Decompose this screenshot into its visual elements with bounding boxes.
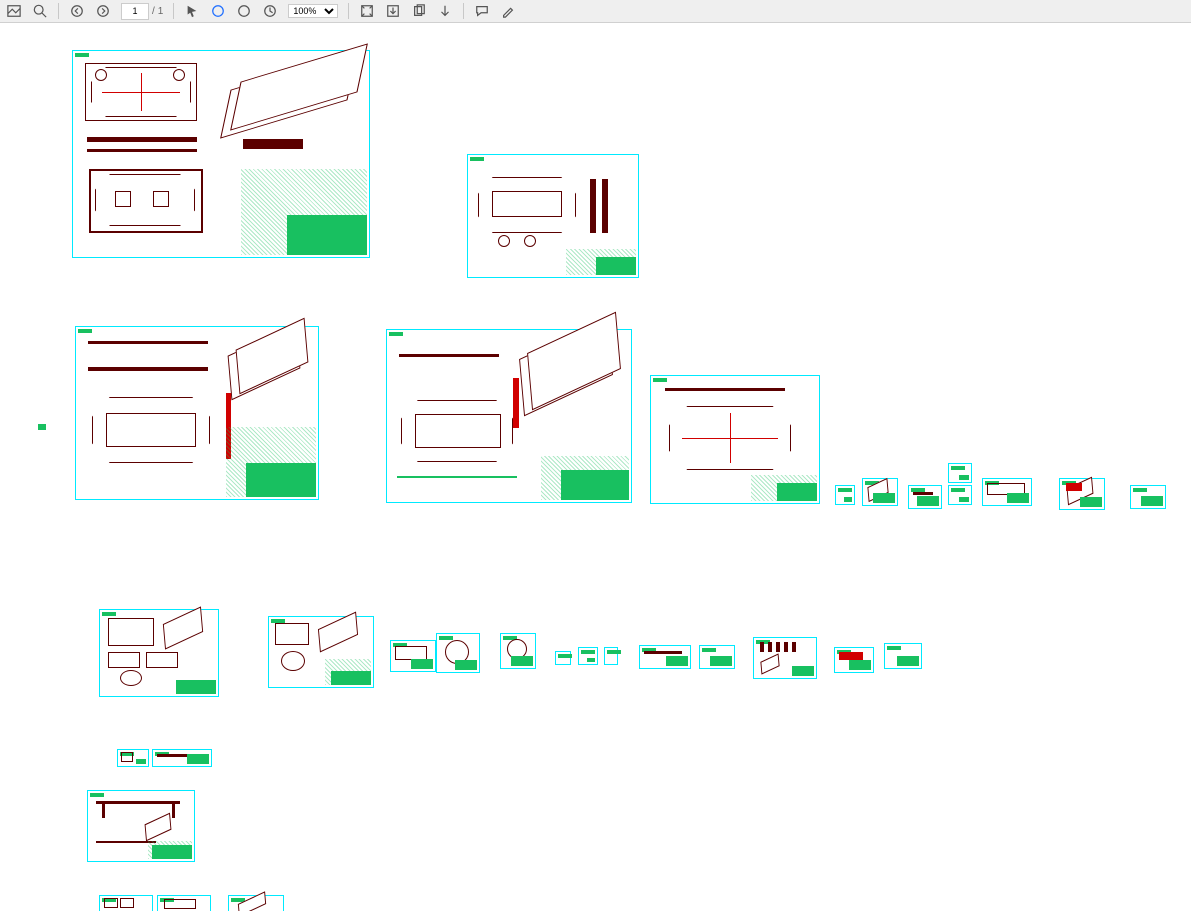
- zoom-select[interactable]: 100%: [288, 4, 338, 18]
- sheet-G9[interactable]: [639, 645, 691, 669]
- sheet-G3[interactable]: [390, 640, 436, 672]
- arrow-down-icon[interactable]: [437, 3, 453, 19]
- sheet-F8[interactable]: [1130, 485, 1166, 509]
- sheet-H2[interactable]: [152, 749, 212, 767]
- page-sep: /: [152, 6, 155, 17]
- page-total: 1: [158, 6, 164, 17]
- sheet-G6[interactable]: [555, 651, 571, 665]
- zoom-icon[interactable]: [32, 3, 48, 19]
- sheet-G10[interactable]: [699, 645, 735, 669]
- sheet-G11[interactable]: [753, 637, 817, 679]
- sheet-B[interactable]: [467, 154, 639, 278]
- sheet-F7[interactable]: [1059, 478, 1105, 510]
- separator: [463, 3, 464, 19]
- download-icon[interactable]: [385, 3, 401, 19]
- sheet-F1[interactable]: [835, 485, 855, 505]
- sheet-G4[interactable]: [436, 633, 480, 673]
- next-page-icon[interactable]: [95, 3, 111, 19]
- sheet-F3[interactable]: [908, 485, 942, 509]
- page-current-input[interactable]: [121, 3, 149, 20]
- marker-icon[interactable]: [500, 3, 516, 19]
- separator: [348, 3, 349, 19]
- sheet-D[interactable]: [386, 329, 632, 503]
- sheet-G7[interactable]: [578, 647, 598, 665]
- separator: [173, 3, 174, 19]
- recent-icon[interactable]: [262, 3, 278, 19]
- image-icon[interactable]: [6, 3, 22, 19]
- viewer-toolbar: / 1 100%: [0, 0, 1191, 23]
- sheet-F4[interactable]: [948, 463, 972, 483]
- sheet-G8[interactable]: [604, 647, 618, 665]
- sheet-I[interactable]: [87, 790, 195, 862]
- sheet-J2[interactable]: [157, 895, 211, 911]
- sheet-J1[interactable]: [99, 895, 153, 911]
- sheet-F2[interactable]: [862, 478, 898, 506]
- page-indicator: / 1: [121, 3, 163, 20]
- sheet-G1[interactable]: [99, 609, 219, 697]
- sheet-G5[interactable]: [500, 633, 536, 669]
- pan-tool-icon[interactable]: [210, 3, 226, 19]
- circle-icon[interactable]: [236, 3, 252, 19]
- fit-page-icon[interactable]: [359, 3, 375, 19]
- prev-page-icon[interactable]: [69, 3, 85, 19]
- copy-icon[interactable]: [411, 3, 427, 19]
- drawing-viewport[interactable]: [0, 23, 1191, 911]
- sheet-J3[interactable]: [228, 895, 284, 911]
- sheet-E[interactable]: [650, 375, 820, 504]
- comment-icon[interactable]: [474, 3, 490, 19]
- sheet-A[interactable]: [72, 50, 370, 258]
- sheet-H1[interactable]: [117, 749, 149, 767]
- cursor-icon[interactable]: [184, 3, 200, 19]
- sheet-C[interactable]: [75, 326, 319, 500]
- sheet-G2[interactable]: [268, 616, 374, 688]
- sheet-F5[interactable]: [948, 485, 972, 505]
- stray-marker: [38, 424, 46, 430]
- separator: [58, 3, 59, 19]
- sheet-G13[interactable]: [884, 643, 922, 669]
- sheet-F6[interactable]: [982, 478, 1032, 506]
- sheet-G12[interactable]: [834, 647, 874, 673]
